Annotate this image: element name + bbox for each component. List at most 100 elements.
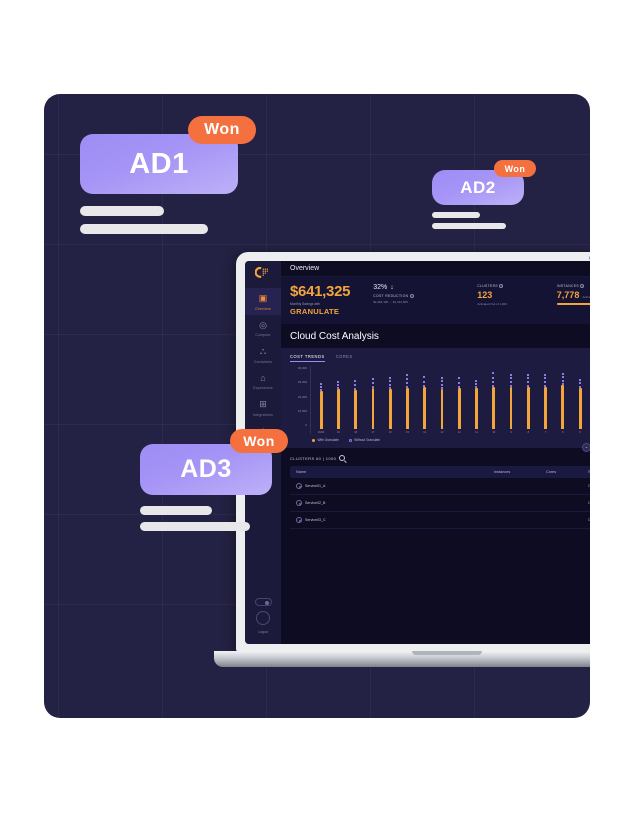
bar-with-granulate: [388, 388, 392, 429]
search-icon[interactable]: [339, 455, 346, 461]
bar-column: 6: [555, 366, 571, 434]
info-icon[interactable]: i: [409, 294, 414, 299]
bar-column: 17: [365, 366, 381, 434]
avatar[interactable]: [256, 611, 270, 625]
ad-card-ad3[interactable]: AD3 Won: [140, 429, 288, 531]
tab-cores[interactable]: CORES: [336, 354, 353, 363]
chart-card: COST TRENDS CORES 30,000 25,000 20,000 1…: [281, 347, 590, 448]
chart-tabs: COST TRENDS CORES: [290, 354, 590, 363]
bar-with-granulate: [561, 384, 565, 429]
bar-without-granulate: [509, 373, 513, 387]
tab-cost-trends[interactable]: COST TRENDS: [290, 354, 325, 362]
theme-toggle[interactable]: [254, 598, 272, 606]
y-axis: 30,000 25,000 20,000 15,000 0: [290, 366, 310, 434]
ad-card-ad2[interactable]: AD2 Won: [432, 160, 536, 229]
page-title: Overview: [290, 265, 320, 272]
bar-chart: 30,000 25,000 20,000 15,000 0 20/02 19 18 1…: [290, 366, 590, 434]
laptop-base: [214, 651, 590, 667]
kpi-value: 123: [477, 290, 493, 301]
bar-without-granulate: [457, 377, 461, 389]
granulate-logo-icon[interactable]: [254, 266, 272, 278]
ad-card-chip[interactable]: AD2 Won: [432, 160, 536, 205]
info-icon[interactable]: i: [580, 284, 585, 289]
ad-card-ad1[interactable]: AD1 Won: [80, 116, 256, 234]
sidebar-item-label: Expansions: [253, 386, 273, 390]
bar-without-granulate: [388, 376, 392, 389]
sidebar-item-expansions[interactable]: ⌂ Expansions: [245, 368, 281, 395]
kpi-value: 32%: [373, 284, 388, 291]
bar-with-granulate: [509, 387, 513, 429]
bar-column: 7: [537, 366, 553, 434]
legend-item-with-granulate: With Granulate: [312, 438, 339, 442]
placeholder-bar: [432, 212, 480, 218]
bar-with-granulate: [475, 388, 478, 429]
status-badge: Optimized: [588, 501, 590, 505]
bar-column: 15: [399, 366, 415, 434]
x-tick: 11: [475, 431, 478, 434]
section-title: Cloud Cost Analysis: [281, 323, 590, 348]
bar-without-granulate: [492, 372, 495, 387]
bar-without-granulate: [578, 378, 582, 389]
x-tick: 6: [562, 431, 564, 434]
table-row[interactable]: Service01_A Optimized: [290, 478, 590, 495]
kpi-strip: $641,325 Monthly Savings with GRANULATE …: [281, 277, 590, 324]
cell-name: Service01_A: [296, 483, 494, 489]
legend-swatch-icon: [312, 438, 315, 442]
cell-name: Service02_B: [296, 500, 494, 506]
bar-column: 4: [589, 366, 590, 434]
sidebar-item-overview[interactable]: ▣ Overview: [245, 288, 281, 315]
legend-label: Without Granulate: [354, 438, 380, 442]
x-tick: 18: [354, 431, 358, 434]
legend-item-without-granulate: Without Granulate: [348, 438, 380, 442]
y-tick: 20,000: [297, 394, 307, 399]
integrations-icon: ⊞: [259, 399, 267, 409]
bar-with-granulate: [337, 388, 340, 429]
table-row[interactable]: Service03_C Optimized: [290, 512, 590, 529]
sidebar-item-integrations[interactable]: ⊞ Integrations: [245, 394, 281, 421]
down-arrow-icon: ↓: [390, 284, 394, 291]
ad-card-label: AD1: [129, 147, 189, 180]
legend-swatch-icon: [348, 438, 352, 442]
kpi-instances: INSTANCES i 7,778 Activated Out of 10,00…: [556, 284, 590, 305]
sidebar-item-compute[interactable]: ◎ Compute: [245, 315, 281, 342]
placeholder-bar: [80, 206, 164, 216]
bar-with-granulate: [457, 388, 461, 429]
grid-line: [44, 244, 590, 245]
bar-column: 20/02: [313, 366, 329, 434]
app-main: Overview $641,325 Monthly Savings with G…: [281, 261, 590, 644]
kpi-note: $1,984,190 → $1,342,865: [373, 300, 408, 305]
sidebar-item-label: Integrations: [252, 412, 274, 417]
sidebar-item-label: Overview: [255, 306, 271, 311]
sidebar-item-containers[interactable]: ⛬ Containers: [245, 341, 281, 368]
table-header-row: Name Instances Cores Status: [290, 466, 590, 478]
ad-card-chip[interactable]: AD3 Won: [140, 429, 288, 495]
bar-without-granulate: [440, 377, 444, 390]
x-tick: 15: [406, 431, 409, 434]
bar-without-granulate: [319, 383, 323, 391]
bar-with-granulate: [354, 389, 358, 429]
placeholder-bar: [140, 522, 250, 531]
y-tick: 25,000: [297, 380, 307, 385]
kpi-savings: $641,325 Monthly Savings with GRANULATE: [290, 284, 373, 316]
bar-without-granulate: [337, 381, 340, 389]
ad-card-label: AD2: [460, 177, 496, 197]
logout-button[interactable]: Logout: [258, 630, 268, 634]
scroll-down-icon[interactable]: ⌄: [582, 443, 590, 452]
cell-name: Service03_C: [296, 517, 494, 523]
placeholder-bar: [140, 506, 212, 515]
overview-icon: ▣: [258, 293, 268, 303]
table-row[interactable]: Service02_B Optimized: [290, 495, 590, 512]
bar-column: 19: [330, 366, 346, 434]
bar-column: 9: [503, 366, 519, 434]
background-panel: AD1 Won AD2 Won ▣ Overview ◎ Compute ⛬ C…: [44, 94, 590, 718]
bar-column: 12: [451, 366, 467, 434]
y-tick: 15,000: [297, 408, 307, 413]
bar-with-granulate: [578, 388, 582, 429]
kpi-label: COST REDUCTION: [373, 294, 409, 298]
cluster-icon: [296, 500, 302, 506]
info-icon[interactable]: i: [499, 284, 504, 289]
bar-column: 14: [417, 366, 433, 434]
expansions-icon: ⌂: [260, 372, 266, 383]
app-topbar: Overview: [281, 261, 590, 277]
ad-card-chip[interactable]: AD1 Won: [80, 116, 256, 194]
